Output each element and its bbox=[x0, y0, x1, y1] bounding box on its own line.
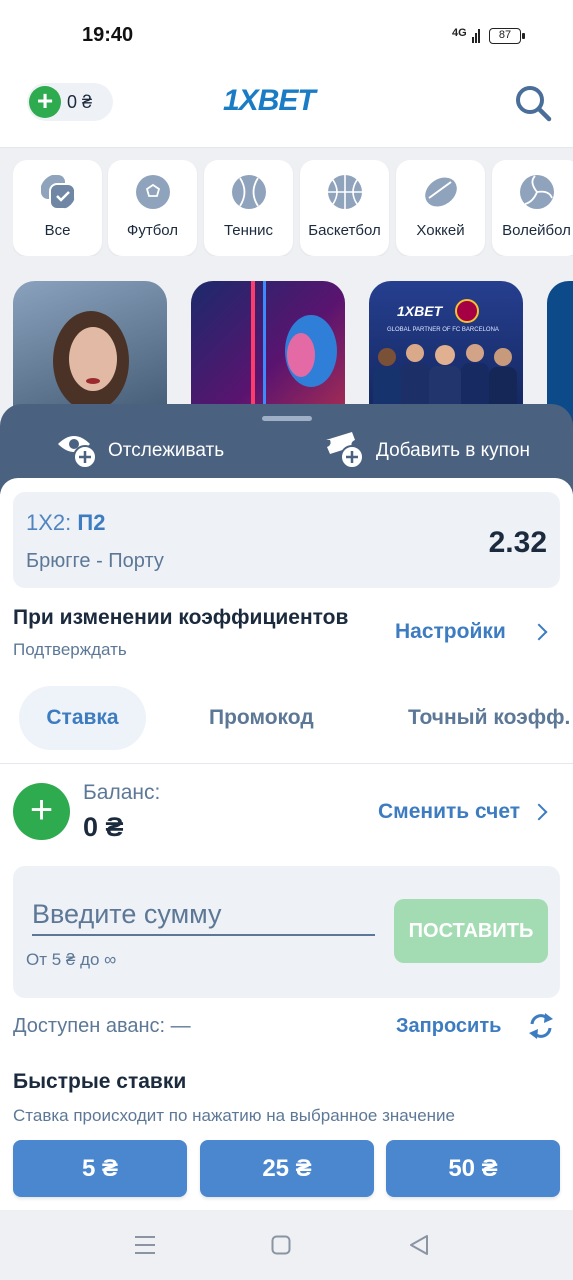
bet-tabs: Ставка Промокод Точный коэфф. bbox=[0, 686, 573, 764]
menu-icon[interactable] bbox=[134, 1234, 156, 1256]
battery-indicator: 87 bbox=[489, 28, 525, 44]
tennis-icon bbox=[232, 175, 266, 209]
bet-type-prefix: 1X2: bbox=[26, 510, 72, 535]
category-hockey[interactable]: Хоккей bbox=[396, 160, 485, 256]
settings-link[interactable]: Настройки bbox=[395, 620, 506, 644]
bet-outcome: П2 bbox=[77, 510, 106, 535]
ticket-add-icon bbox=[326, 432, 364, 469]
request-advance-link[interactable]: Запросить bbox=[396, 1015, 501, 1038]
eye-add-icon bbox=[58, 436, 97, 469]
category-label: Футбол bbox=[126, 222, 179, 239]
all-sports-icon bbox=[41, 175, 76, 210]
basketball-icon bbox=[328, 175, 362, 209]
hockey-icon bbox=[425, 177, 457, 207]
balance-pill[interactable]: + 0 ₴ bbox=[27, 83, 113, 121]
stake-range: От 5 ₴ до ∞ bbox=[26, 950, 117, 969]
quick-bet-50[interactable]: 50 ₴ bbox=[386, 1140, 560, 1197]
back-icon[interactable] bbox=[408, 1234, 430, 1256]
add-funds-icon[interactable]: + bbox=[29, 86, 61, 118]
switch-account-link[interactable]: Сменить счет bbox=[378, 800, 520, 824]
advance-label: Доступен аванс: — bbox=[13, 1015, 191, 1037]
football-icon bbox=[136, 175, 170, 209]
category-label: Теннис bbox=[223, 222, 274, 239]
category-football[interactable]: Футбол bbox=[108, 160, 197, 256]
app-logo: 1XBET bbox=[223, 84, 316, 117]
switch-account-label: Сменить счет bbox=[378, 800, 521, 823]
category-volleyball[interactable]: Волейбол bbox=[492, 160, 573, 256]
add-to-coupon-button[interactable]: Добавить в купон bbox=[324, 430, 554, 470]
tab-promocode[interactable]: Промокод bbox=[209, 686, 314, 750]
system-nav-bar bbox=[0, 1210, 573, 1280]
quick-bet-25[interactable]: 25 ₴ bbox=[200, 1140, 374, 1197]
quick-bets-title: Быстрые ставки bbox=[13, 1070, 187, 1093]
balance-label: Баланс: bbox=[83, 781, 161, 804]
quick-bet-5[interactable]: 5 ₴ bbox=[13, 1140, 187, 1197]
track-button[interactable]: Отслеживать bbox=[56, 430, 246, 470]
bet-type: 1X2: П2 bbox=[26, 510, 105, 536]
bet-coefficient: 2.32 bbox=[488, 526, 547, 559]
category-tennis[interactable]: Теннис bbox=[204, 160, 293, 256]
battery-level: 87 bbox=[498, 29, 512, 41]
search-icon[interactable] bbox=[514, 84, 552, 122]
stake-input[interactable] bbox=[32, 894, 375, 936]
volleyball-icon bbox=[520, 175, 554, 209]
tab-stake[interactable]: Ставка bbox=[19, 686, 146, 750]
tab-exact-coef[interactable]: Точный коэфф. bbox=[408, 686, 570, 750]
category-label: Все bbox=[44, 222, 71, 239]
add-funds-button[interactable]: + bbox=[13, 783, 70, 840]
bet-summary-card: 1X2: П2 Брюгге - Порту 2.32 bbox=[13, 492, 560, 588]
app-header: + 0 ₴ 1XBET bbox=[0, 58, 573, 148]
sheet-drag-handle[interactable] bbox=[262, 416, 312, 421]
signal-icon bbox=[472, 29, 480, 43]
coef-change-value: Подтверждать bbox=[13, 640, 127, 659]
track-label: Отслеживать bbox=[108, 440, 225, 461]
banner-caption: GLOBAL PARTNER OF FC BARCELONA bbox=[387, 327, 499, 333]
category-basketball[interactable]: Баскетбол bbox=[300, 160, 389, 256]
category-label: Хоккей bbox=[416, 222, 465, 239]
stake-card: От 5 ₴ до ∞ ПОСТАВИТЬ bbox=[13, 866, 560, 998]
quick-bets-description: Ставка происходит по нажатию на выбранно… bbox=[13, 1106, 455, 1125]
refresh-icon[interactable] bbox=[527, 1010, 555, 1042]
category-label: Баскетбол bbox=[308, 222, 381, 239]
category-all[interactable]: Все bbox=[13, 160, 102, 256]
add-to-coupon-label: Добавить в купон bbox=[376, 440, 530, 461]
bet-sheet: 1X2: П2 Брюгге - Порту 2.32 При изменени… bbox=[0, 478, 573, 1210]
category-label: Волейбол bbox=[502, 222, 571, 239]
chevron-right-icon[interactable] bbox=[530, 623, 548, 641]
home-icon[interactable] bbox=[271, 1235, 291, 1255]
club-crest-icon bbox=[455, 299, 479, 323]
place-bet-button[interactable]: ПОСТАВИТЬ bbox=[394, 899, 548, 963]
settings-label: Настройки bbox=[395, 620, 506, 643]
status-time: 19:40 bbox=[82, 24, 134, 46]
banner-logo: 1XBET bbox=[397, 303, 443, 319]
chevron-right-icon[interactable] bbox=[530, 803, 548, 821]
match-name: Брюгге - Порту bbox=[26, 550, 164, 572]
coef-change-title: При изменении коэффициентов bbox=[13, 606, 349, 629]
header-balance: 0 ₴ bbox=[67, 92, 93, 112]
sport-categories: Все Футбол Теннис Баскетбол Хоккей Волей… bbox=[13, 160, 573, 256]
status-bar: 19:40 4G 87 bbox=[0, 0, 573, 58]
balance-value: 0 ₴ bbox=[83, 812, 124, 842]
